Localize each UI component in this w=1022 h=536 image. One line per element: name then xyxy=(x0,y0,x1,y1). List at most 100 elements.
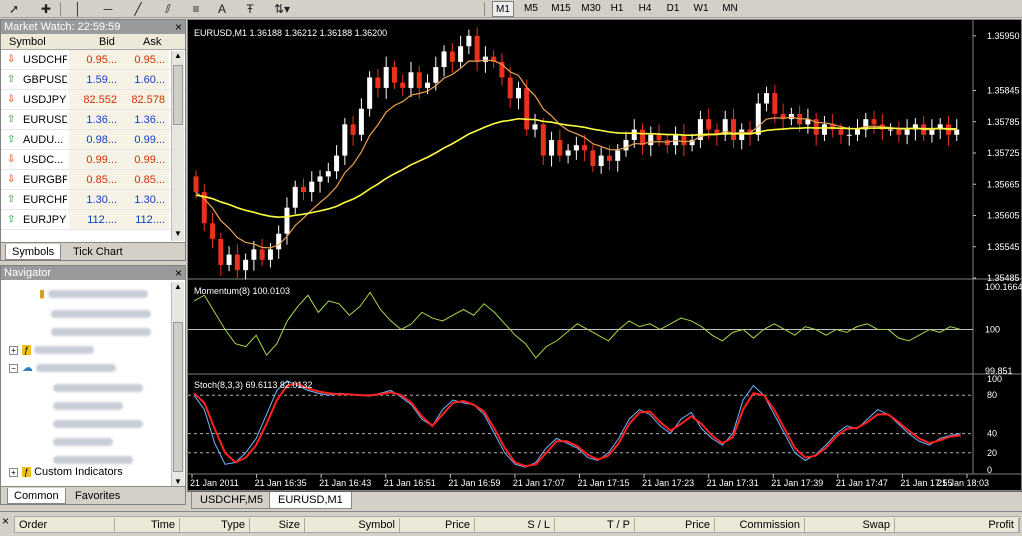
scrollbar[interactable]: ▲ ▼ xyxy=(171,51,184,241)
scroll-up-icon[interactable]: ▲ xyxy=(172,282,184,291)
bear-candle xyxy=(259,249,265,260)
nav-item-blurred[interactable] xyxy=(53,434,113,450)
bull-candle xyxy=(433,67,439,83)
arrow-down-icon: ⇩ xyxy=(7,94,16,105)
momentum-label: Momentum(8) 100.0103 xyxy=(194,286,290,296)
bear-candle xyxy=(606,155,612,161)
column-symbol-4[interactable]: Symbol xyxy=(305,518,400,532)
bull-candle xyxy=(458,46,464,62)
stoch-level-label: 20 xyxy=(987,448,997,458)
column-commission-9[interactable]: Commission xyxy=(715,518,805,532)
close-icon[interactable]: × xyxy=(2,514,9,528)
column-profit-11[interactable]: Profit xyxy=(895,518,1019,532)
column-swap-10[interactable]: Swap xyxy=(805,518,895,532)
market-watch-row[interactable]: ⇧ EURCHF 1.30... 1.30... xyxy=(1,190,185,210)
close-icon[interactable]: × xyxy=(175,266,182,280)
column-time-1[interactable]: Time xyxy=(115,518,180,532)
scroll-up-icon[interactable]: ▲ xyxy=(172,51,184,63)
collapse-icon[interactable]: − xyxy=(9,363,18,373)
bull-candle xyxy=(631,129,637,140)
market-watch-row[interactable]: ⇧ AUDU... 0.98... 0.99... xyxy=(1,130,185,150)
expand-icon[interactable]: + xyxy=(9,467,18,477)
scroll-thumb[interactable] xyxy=(173,322,183,472)
column-type-2[interactable]: Type xyxy=(180,518,250,532)
market-watch-row[interactable]: ⇩ USDJPY 82.552 82.578 xyxy=(1,90,185,110)
ask-price: 1.60... xyxy=(134,74,165,86)
nav-item-blurred[interactable] xyxy=(51,324,151,340)
expand-icon[interactable]: + xyxy=(9,345,18,355)
equidistant-channel-icon[interactable]: ⫽ xyxy=(158,1,178,17)
price-tick-label: 1.35845 xyxy=(987,86,1020,96)
bull-candle xyxy=(441,51,447,68)
column-tp-7[interactable]: T / P xyxy=(555,518,635,532)
horizontal-line-icon[interactable]: ─ xyxy=(98,1,118,17)
nav-item-blurred[interactable] xyxy=(53,398,123,414)
tab-usdchf-m5[interactable]: USDCHF,M5 xyxy=(191,492,272,509)
close-icon[interactable]: × xyxy=(175,20,182,34)
nav-folder-experts[interactable]: − ☁ xyxy=(9,360,117,376)
tab-favorites[interactable]: Favorites xyxy=(69,488,126,504)
market-watch-row[interactable]: ⇧ GBPUSD 1.59... 1.60... xyxy=(1,70,185,90)
nav-folder-expert[interactable]: + ƒ xyxy=(9,342,95,358)
bear-candle xyxy=(656,134,662,140)
nav-item-blurred[interactable] xyxy=(53,380,143,396)
bull-candle xyxy=(929,129,935,135)
timeframe-m1[interactable]: M1 xyxy=(492,1,514,17)
timeframe-m15[interactable]: M15 xyxy=(548,1,574,17)
nav-item-blurred[interactable]: ▮ xyxy=(39,286,149,302)
bull-candle xyxy=(284,207,290,234)
nav-folder-custom-indicators[interactable]: + ƒ Custom Indicators xyxy=(9,464,123,480)
bid-price: 1.36... xyxy=(86,114,117,126)
timeframe-w1[interactable]: W1 xyxy=(690,1,712,17)
chart-window[interactable]: 1.35950 1.35845 1.35785 1.35725 1.35665 1.356… xyxy=(187,19,1022,491)
text-label-icon[interactable]: Ŧ xyxy=(240,1,260,17)
tab-tick-chart[interactable]: Tick Chart xyxy=(67,244,129,260)
column-sl-6[interactable]: S / L xyxy=(475,518,555,532)
time-tick-label: 21 Jan 17:47 xyxy=(836,478,888,488)
market-watch-row[interactable]: ⇧ EURJPY 112.... 112.... xyxy=(1,210,185,230)
bear-candle xyxy=(350,124,356,135)
bid-price: 1.59... xyxy=(86,74,117,86)
toolbar-separator xyxy=(484,2,485,16)
trendline-icon[interactable]: ╱ xyxy=(128,1,148,17)
momentum-level-label: 100 xyxy=(985,324,1000,334)
column-bid[interactable]: Bid xyxy=(99,36,115,48)
tab-common[interactable]: Common xyxy=(7,488,66,504)
column-price-8[interactable]: Price xyxy=(635,518,715,532)
scroll-down-icon[interactable]: ▼ xyxy=(172,477,184,486)
bull-candle xyxy=(482,56,488,62)
column-size-3[interactable]: Size xyxy=(250,518,305,532)
nav-item-blurred[interactable] xyxy=(53,416,143,432)
symbol-name: AUDU... xyxy=(23,134,64,146)
timeframe-d1[interactable]: D1 xyxy=(662,1,684,17)
column-ask[interactable]: Ask xyxy=(143,36,161,48)
symbol-name: EURCHF xyxy=(23,194,67,206)
tab-symbols[interactable]: Symbols xyxy=(5,244,62,260)
ask-price: 1.36... xyxy=(134,114,165,126)
column-symbol[interactable]: Symbol xyxy=(9,36,46,48)
nav-item-blurred[interactable] xyxy=(51,306,151,322)
timeframe-m5[interactable]: M5 xyxy=(520,1,542,17)
column-price-5[interactable]: Price xyxy=(400,518,475,532)
fibonacci-icon[interactable]: ≡ xyxy=(186,1,206,17)
cursor-icon[interactable]: ➚ xyxy=(4,1,24,17)
column-order-0[interactable]: Order xyxy=(15,518,115,532)
market-watch-row[interactable]: ⇩ EURGBP 0.85... 0.85... xyxy=(1,170,185,190)
market-watch-row[interactable]: ⇧ EURUSD 1.36... 1.36... xyxy=(1,110,185,130)
scrollbar[interactable]: ▲ ▼ xyxy=(171,282,184,486)
timeframe-mn[interactable]: MN xyxy=(718,1,742,17)
chart-canvas[interactable]: 1.35950 1.35845 1.35785 1.35725 1.35665 1.356… xyxy=(188,20,1022,492)
arrows-icon[interactable]: ⇅▾ xyxy=(268,1,296,17)
bull-candle xyxy=(532,124,538,130)
tab-eurusd-m1[interactable]: EURUSD,M1 xyxy=(269,492,352,509)
timeframe-m30[interactable]: M30 xyxy=(578,1,604,17)
vertical-line-icon[interactable]: │ xyxy=(68,1,88,17)
timeframe-h1[interactable]: H1 xyxy=(606,1,628,17)
market-watch-row[interactable]: ⇩ USDCHF 0.95... 0.95... xyxy=(1,50,185,70)
timeframe-h4[interactable]: H4 xyxy=(634,1,656,17)
crosshair-icon[interactable]: ✚ xyxy=(36,1,56,17)
market-watch-row[interactable]: ⇩ USDC... 0.99... 0.99... xyxy=(1,150,185,170)
scroll-thumb[interactable] xyxy=(173,65,183,125)
scroll-down-icon[interactable]: ▼ xyxy=(172,229,184,241)
text-icon[interactable]: A xyxy=(212,1,232,17)
